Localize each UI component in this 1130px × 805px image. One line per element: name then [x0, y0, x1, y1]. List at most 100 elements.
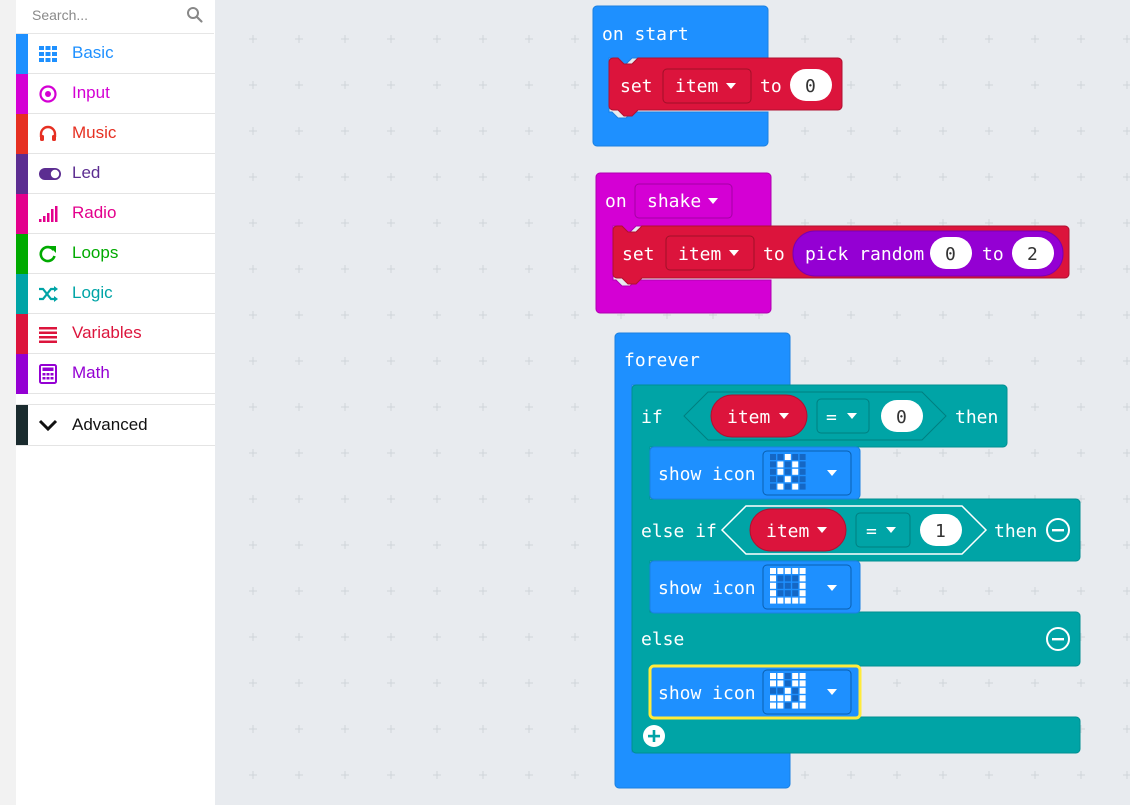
led-pixel: [799, 680, 806, 687]
if-label: if: [641, 407, 663, 428]
led-pixel: [777, 476, 784, 483]
led-pixel: [799, 468, 806, 475]
add-condition-icon[interactable]: [643, 725, 665, 747]
icon-picker-dropdown[interactable]: [762, 564, 852, 610]
compare-condition-1[interactable]: item = 0: [683, 391, 947, 441]
to-label: to: [982, 244, 1004, 265]
led-pixel: [777, 687, 784, 694]
category-logic[interactable]: Logic: [16, 274, 215, 314]
variable-name: item: [675, 76, 718, 97]
category-math[interactable]: Math: [16, 354, 215, 394]
led-pixel: [792, 597, 799, 604]
category-label: Music: [72, 123, 117, 142]
set-label: set: [622, 244, 655, 265]
led-pixel: [799, 597, 806, 604]
category-loops[interactable]: Loops: [16, 234, 215, 274]
category-advanced[interactable]: Advanced: [16, 404, 215, 446]
on-label: on: [605, 191, 627, 212]
workspace-canvas[interactable]: on start set item to 0 on shake set item…: [215, 0, 1130, 805]
led-pixel: [784, 483, 791, 490]
category-color-bar: [16, 405, 28, 445]
signal-bars-icon: [39, 206, 58, 222]
operator-dropdown[interactable]: [816, 398, 870, 434]
led-pixel: [799, 582, 806, 589]
led-pixel: [792, 483, 799, 490]
category-label: Math: [72, 363, 110, 382]
led-pixel: [777, 673, 784, 679]
category-led[interactable]: Led: [16, 154, 215, 194]
else-label: else: [641, 629, 684, 650]
led-pixel: [799, 454, 806, 460]
set-label: set: [620, 76, 653, 97]
category-basic[interactable]: Basic: [16, 34, 215, 74]
led-pixel: [799, 461, 806, 468]
set-variable-block[interactable]: set item to 0: [608, 57, 843, 117]
led-pixel: [792, 461, 799, 468]
led-pixel: [777, 590, 784, 597]
led-pixel: [792, 575, 799, 582]
led-pixel: [784, 582, 791, 589]
show-icon-block-selected[interactable]: show icon: [648, 664, 862, 720]
show-icon-block[interactable]: show icon: [649, 446, 861, 500]
led-pixel: [784, 702, 791, 709]
category-label: Led: [72, 163, 101, 182]
category-color-bar: [16, 314, 28, 354]
led-pixel: [784, 476, 791, 483]
led-pixel: [777, 468, 784, 475]
led-pixel: [770, 680, 776, 687]
category-variables[interactable]: Variables: [16, 314, 215, 354]
calculator-icon: [39, 364, 57, 384]
gesture-name: shake: [647, 191, 701, 212]
search-icon[interactable]: [186, 6, 204, 24]
category-label: Loops: [72, 243, 119, 262]
min-value-text: 0: [945, 244, 956, 265]
refresh-icon: [39, 245, 56, 263]
operator-text: =: [826, 407, 837, 428]
category-color-bar: [16, 234, 28, 274]
icon-picker-dropdown[interactable]: [762, 669, 852, 715]
search-input[interactable]: Search...: [32, 7, 88, 23]
search-box[interactable]: Search...: [16, 0, 214, 34]
led-pixel: [770, 687, 776, 694]
else-if-label: else if: [641, 521, 717, 542]
value-text: 1: [935, 521, 946, 542]
pick-random-block[interactable]: pick random 0 to 2: [792, 230, 1064, 277]
category-input[interactable]: Input: [16, 74, 215, 114]
led-pixel: [784, 575, 791, 582]
category-radio[interactable]: Radio: [16, 194, 215, 234]
led-pixel: [777, 582, 784, 589]
led-pixel: [799, 590, 806, 597]
led-pixel: [792, 695, 799, 702]
led-pixel: [799, 575, 806, 582]
show-icon-label: show icon: [658, 464, 756, 485]
category-label: Advanced: [72, 415, 148, 434]
led-pixel: [770, 673, 776, 679]
show-icon-label: show icon: [658, 683, 756, 704]
led-pixel: [770, 597, 776, 604]
block-workspace[interactable]: on start set item to 0 on shake set item…: [215, 0, 1130, 805]
category-music[interactable]: Music: [16, 114, 215, 154]
led-pixel: [770, 590, 776, 597]
led-pixel: [777, 680, 784, 687]
value-text: 0: [805, 76, 816, 97]
led-pixel: [792, 454, 799, 460]
compare-condition-2[interactable]: item = 1: [720, 505, 988, 555]
set-variable-block[interactable]: set item to pick random 0 to 2: [612, 225, 1070, 285]
led-pixel: [792, 568, 799, 574]
category-color-bar: [16, 274, 28, 314]
led-pixel: [770, 483, 776, 490]
led-pixel: [784, 673, 791, 679]
category-label: Logic: [72, 283, 113, 302]
led-pixel: [799, 568, 806, 574]
on-start-label: on start: [602, 24, 689, 45]
icon-picker-dropdown[interactable]: [762, 450, 852, 496]
category-color-bar: [16, 74, 28, 114]
operator-text: =: [866, 521, 877, 542]
led-pixel: [784, 687, 791, 694]
show-icon-block[interactable]: show icon: [649, 560, 861, 614]
led-pixel: [799, 702, 806, 709]
led-pixel: [770, 582, 776, 589]
led-pixel: [792, 673, 799, 679]
led-pixel: [784, 597, 791, 604]
operator-dropdown[interactable]: [855, 512, 911, 548]
